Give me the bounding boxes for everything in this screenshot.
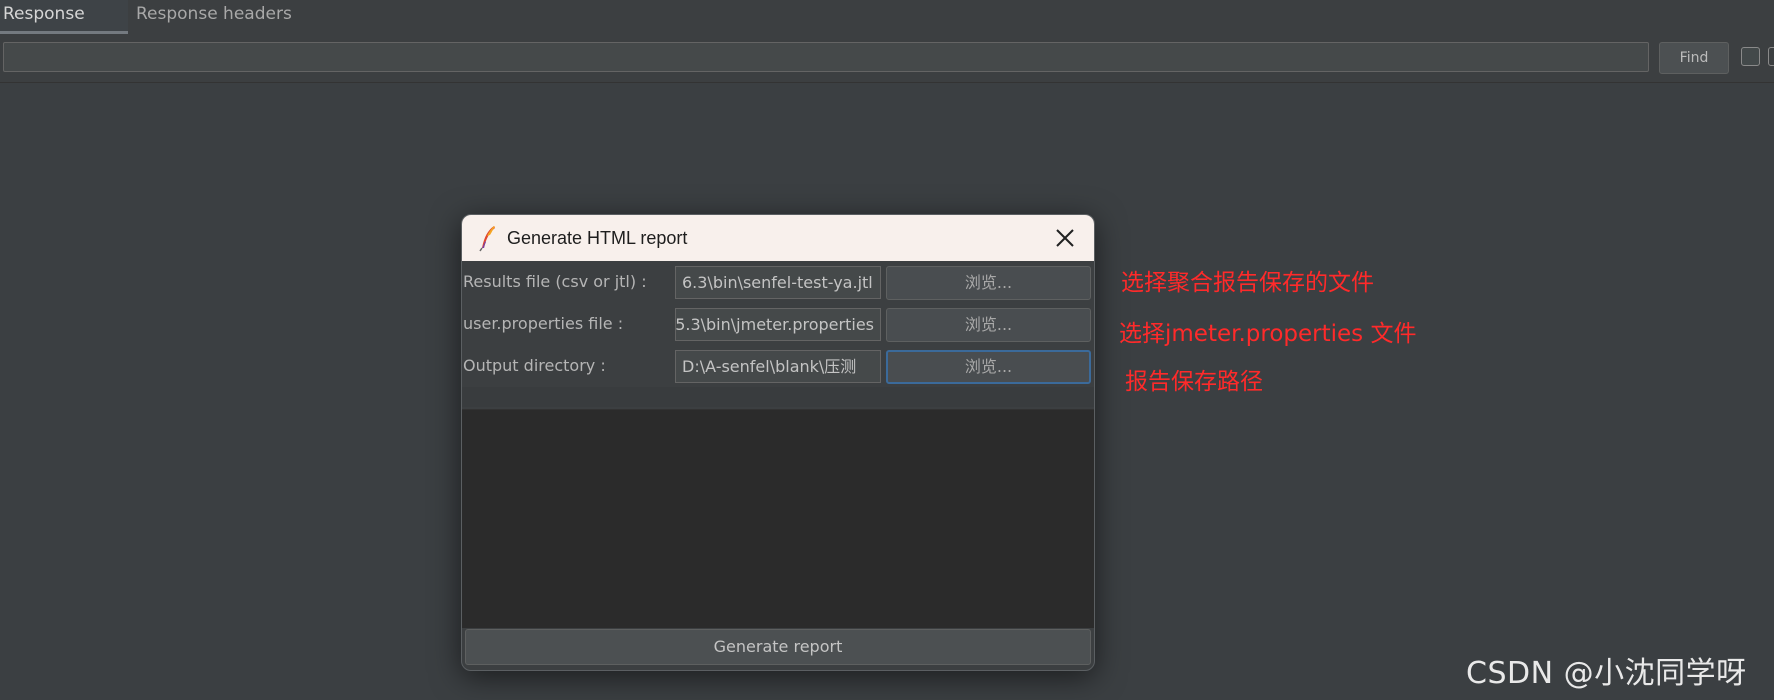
- tab-response-headers[interactable]: Response headers: [133, 0, 295, 31]
- annotation-results-file: 选择聚合报告保存的文件: [1121, 270, 1374, 296]
- search-bar: Find: [0, 34, 1774, 83]
- results-file-row: Results file (csv or jtl) : 6.3\bin\senf…: [462, 261, 1094, 303]
- generate-report-dialog: Generate HTML report Results file (csv o…: [461, 214, 1095, 671]
- report-log-area[interactable]: [462, 409, 1094, 628]
- search-input[interactable]: [3, 42, 1649, 72]
- output-directory-input[interactable]: D:\A-senfel\blank\压测: [675, 350, 881, 383]
- results-file-input[interactable]: 6.3\bin\senfel-test-ya.jtl: [675, 266, 881, 299]
- results-file-browse-button[interactable]: 浏览...: [886, 266, 1091, 300]
- dialog-separator: [462, 387, 1094, 407]
- user-properties-row: user.properties file : 5.3\bin\jmeter.pr…: [462, 303, 1094, 345]
- annotation-output-path: 报告保存路径: [1125, 369, 1263, 395]
- tab-response-body[interactable]: Response Body: [0, 0, 128, 53]
- case-sensitive-checkbox[interactable]: [1741, 47, 1760, 66]
- generate-report-button[interactable]: Generate report: [465, 629, 1091, 665]
- user-properties-input[interactable]: 5.3\bin\jmeter.properties: [675, 308, 881, 341]
- output-directory-browse-button[interactable]: 浏览...: [886, 350, 1091, 384]
- dialog-titlebar: Generate HTML report: [462, 215, 1094, 261]
- results-file-label: Results file (csv or jtl) :: [463, 272, 647, 291]
- user-properties-browse-button[interactable]: 浏览...: [886, 308, 1091, 342]
- csdn-watermark: CSDN @小沈同学呀: [1466, 656, 1747, 691]
- annotation-properties-file: 选择jmeter.properties 文件: [1119, 321, 1417, 347]
- response-tabs: Response Body Response headers: [0, 0, 1774, 53]
- output-directory-row: Output directory : D:\A-senfel\blank\压测 …: [462, 345, 1094, 387]
- find-button[interactable]: Find: [1659, 42, 1729, 74]
- close-icon[interactable]: [1054, 227, 1076, 249]
- output-directory-label: Output directory :: [463, 356, 606, 375]
- feather-icon: [479, 226, 495, 252]
- regex-checkbox[interactable]: [1768, 47, 1774, 66]
- dialog-title: Generate HTML report: [507, 228, 688, 248]
- user-properties-label: user.properties file :: [463, 314, 624, 333]
